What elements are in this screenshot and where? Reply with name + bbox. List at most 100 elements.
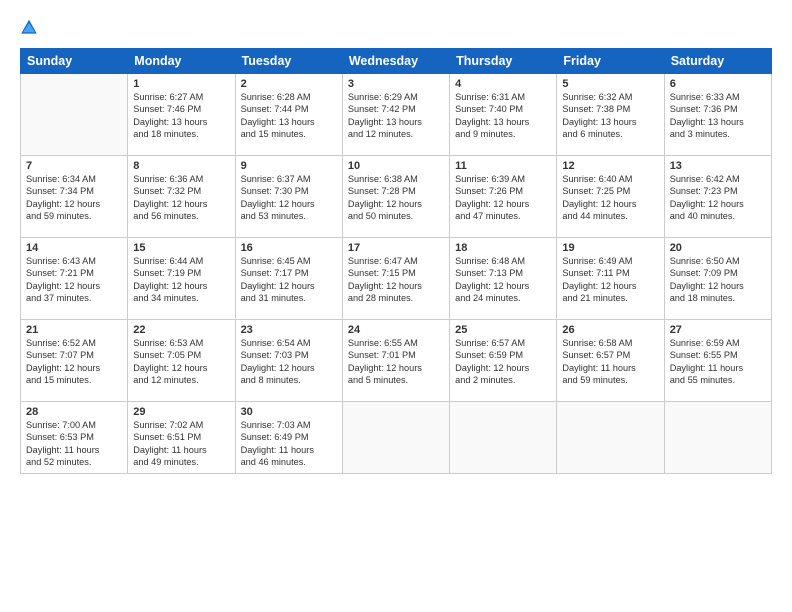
cell-line: and 18 minutes. [133, 128, 229, 140]
day-number: 25 [455, 324, 551, 336]
cell-line: Daylight: 11 hours [26, 444, 122, 456]
cell-line: Daylight: 13 hours [348, 116, 444, 128]
calendar-cell: 10Sunrise: 6:38 AMSunset: 7:28 PMDayligh… [342, 156, 449, 238]
calendar-cell: 19Sunrise: 6:49 AMSunset: 7:11 PMDayligh… [557, 238, 664, 320]
cell-line: Sunrise: 7:00 AM [26, 419, 122, 431]
cell-line: and 12 minutes. [348, 128, 444, 140]
cell-line: and 53 minutes. [241, 210, 337, 222]
cell-line: Daylight: 12 hours [133, 362, 229, 374]
calendar-cell: 11Sunrise: 6:39 AMSunset: 7:26 PMDayligh… [450, 156, 557, 238]
day-number: 9 [241, 160, 337, 172]
cell-line: Sunset: 7:26 PM [455, 185, 551, 197]
cell-line: and 34 minutes. [133, 292, 229, 304]
cell-line: Sunset: 7:32 PM [133, 185, 229, 197]
calendar-cell [342, 402, 449, 474]
cell-line: Sunrise: 7:03 AM [241, 419, 337, 431]
day-number: 7 [26, 160, 122, 172]
cell-line: Sunset: 7:28 PM [348, 185, 444, 197]
day-header-wednesday: Wednesday [342, 49, 449, 74]
calendar-cell: 21Sunrise: 6:52 AMSunset: 7:07 PMDayligh… [21, 320, 128, 402]
cell-line: and 47 minutes. [455, 210, 551, 222]
day-number: 20 [670, 242, 766, 254]
cell-line: Sunrise: 6:28 AM [241, 91, 337, 103]
cell-line: Sunrise: 6:47 AM [348, 255, 444, 267]
calendar-cell: 24Sunrise: 6:55 AMSunset: 7:01 PMDayligh… [342, 320, 449, 402]
cell-line: Daylight: 13 hours [562, 116, 658, 128]
cell-line: and 15 minutes. [241, 128, 337, 140]
cell-line: Sunrise: 6:27 AM [133, 91, 229, 103]
cell-line: Sunset: 7:17 PM [241, 267, 337, 279]
cell-line: and 18 minutes. [670, 292, 766, 304]
calendar-cell: 6Sunrise: 6:33 AMSunset: 7:36 PMDaylight… [664, 74, 771, 156]
day-number: 2 [241, 78, 337, 90]
calendar-cell: 28Sunrise: 7:00 AMSunset: 6:53 PMDayligh… [21, 402, 128, 474]
header-row: SundayMondayTuesdayWednesdayThursdayFrid… [21, 49, 772, 74]
cell-line: Sunrise: 6:39 AM [455, 173, 551, 185]
cell-line: Sunset: 7:34 PM [26, 185, 122, 197]
day-number: 17 [348, 242, 444, 254]
calendar-cell: 30Sunrise: 7:03 AMSunset: 6:49 PMDayligh… [235, 402, 342, 474]
day-number: 4 [455, 78, 551, 90]
cell-line: Daylight: 11 hours [562, 362, 658, 374]
day-header-monday: Monday [128, 49, 235, 74]
cell-line: Sunrise: 6:53 AM [133, 337, 229, 349]
cell-line: Sunrise: 6:34 AM [26, 173, 122, 185]
cell-line: Sunset: 7:13 PM [455, 267, 551, 279]
cell-line: Daylight: 12 hours [348, 280, 444, 292]
cell-line: Sunrise: 6:37 AM [241, 173, 337, 185]
calendar-cell: 2Sunrise: 6:28 AMSunset: 7:44 PMDaylight… [235, 74, 342, 156]
day-header-thursday: Thursday [450, 49, 557, 74]
day-number: 24 [348, 324, 444, 336]
cell-line: and 55 minutes. [670, 374, 766, 386]
cell-line: Sunset: 7:36 PM [670, 103, 766, 115]
day-number: 28 [26, 406, 122, 418]
day-number: 19 [562, 242, 658, 254]
day-number: 10 [348, 160, 444, 172]
day-number: 13 [670, 160, 766, 172]
calendar-cell: 13Sunrise: 6:42 AMSunset: 7:23 PMDayligh… [664, 156, 771, 238]
cell-line: Sunset: 7:19 PM [133, 267, 229, 279]
cell-line: Sunrise: 6:29 AM [348, 91, 444, 103]
calendar-cell: 25Sunrise: 6:57 AMSunset: 6:59 PMDayligh… [450, 320, 557, 402]
cell-line: Sunset: 7:11 PM [562, 267, 658, 279]
cell-line: and 40 minutes. [670, 210, 766, 222]
cell-line: Sunrise: 6:59 AM [670, 337, 766, 349]
cell-line: Daylight: 11 hours [241, 444, 337, 456]
cell-line: Daylight: 12 hours [455, 280, 551, 292]
day-number: 29 [133, 406, 229, 418]
day-number: 26 [562, 324, 658, 336]
cell-line: Daylight: 13 hours [133, 116, 229, 128]
calendar-cell [450, 402, 557, 474]
calendar-cell: 9Sunrise: 6:37 AMSunset: 7:30 PMDaylight… [235, 156, 342, 238]
cell-line: Sunset: 6:51 PM [133, 431, 229, 443]
cell-line: Sunrise: 7:02 AM [133, 419, 229, 431]
cell-line: Daylight: 12 hours [455, 362, 551, 374]
day-header-friday: Friday [557, 49, 664, 74]
cell-line: and 12 minutes. [133, 374, 229, 386]
cell-line: Daylight: 12 hours [348, 198, 444, 210]
cell-line: Sunset: 7:01 PM [348, 349, 444, 361]
day-number: 5 [562, 78, 658, 90]
cell-line: Daylight: 12 hours [455, 198, 551, 210]
page: SundayMondayTuesdayWednesdayThursdayFrid… [0, 0, 792, 612]
day-header-tuesday: Tuesday [235, 49, 342, 74]
cell-line: Daylight: 13 hours [670, 116, 766, 128]
cell-line: Sunset: 7:40 PM [455, 103, 551, 115]
cell-line: and 9 minutes. [455, 128, 551, 140]
day-number: 12 [562, 160, 658, 172]
calendar-cell: 5Sunrise: 6:32 AMSunset: 7:38 PMDaylight… [557, 74, 664, 156]
cell-line: Daylight: 12 hours [241, 362, 337, 374]
day-number: 14 [26, 242, 122, 254]
calendar-cell: 4Sunrise: 6:31 AMSunset: 7:40 PMDaylight… [450, 74, 557, 156]
cell-line: Sunset: 6:57 PM [562, 349, 658, 361]
cell-line: and 50 minutes. [348, 210, 444, 222]
cell-line: and 21 minutes. [562, 292, 658, 304]
calendar-cell: 26Sunrise: 6:58 AMSunset: 6:57 PMDayligh… [557, 320, 664, 402]
calendar-cell: 23Sunrise: 6:54 AMSunset: 7:03 PMDayligh… [235, 320, 342, 402]
cell-line: and 8 minutes. [241, 374, 337, 386]
cell-line: and 59 minutes. [26, 210, 122, 222]
calendar-cell: 12Sunrise: 6:40 AMSunset: 7:25 PMDayligh… [557, 156, 664, 238]
cell-line: Daylight: 11 hours [670, 362, 766, 374]
calendar-table: SundayMondayTuesdayWednesdayThursdayFrid… [20, 48, 772, 474]
calendar-cell: 1Sunrise: 6:27 AMSunset: 7:46 PMDaylight… [128, 74, 235, 156]
